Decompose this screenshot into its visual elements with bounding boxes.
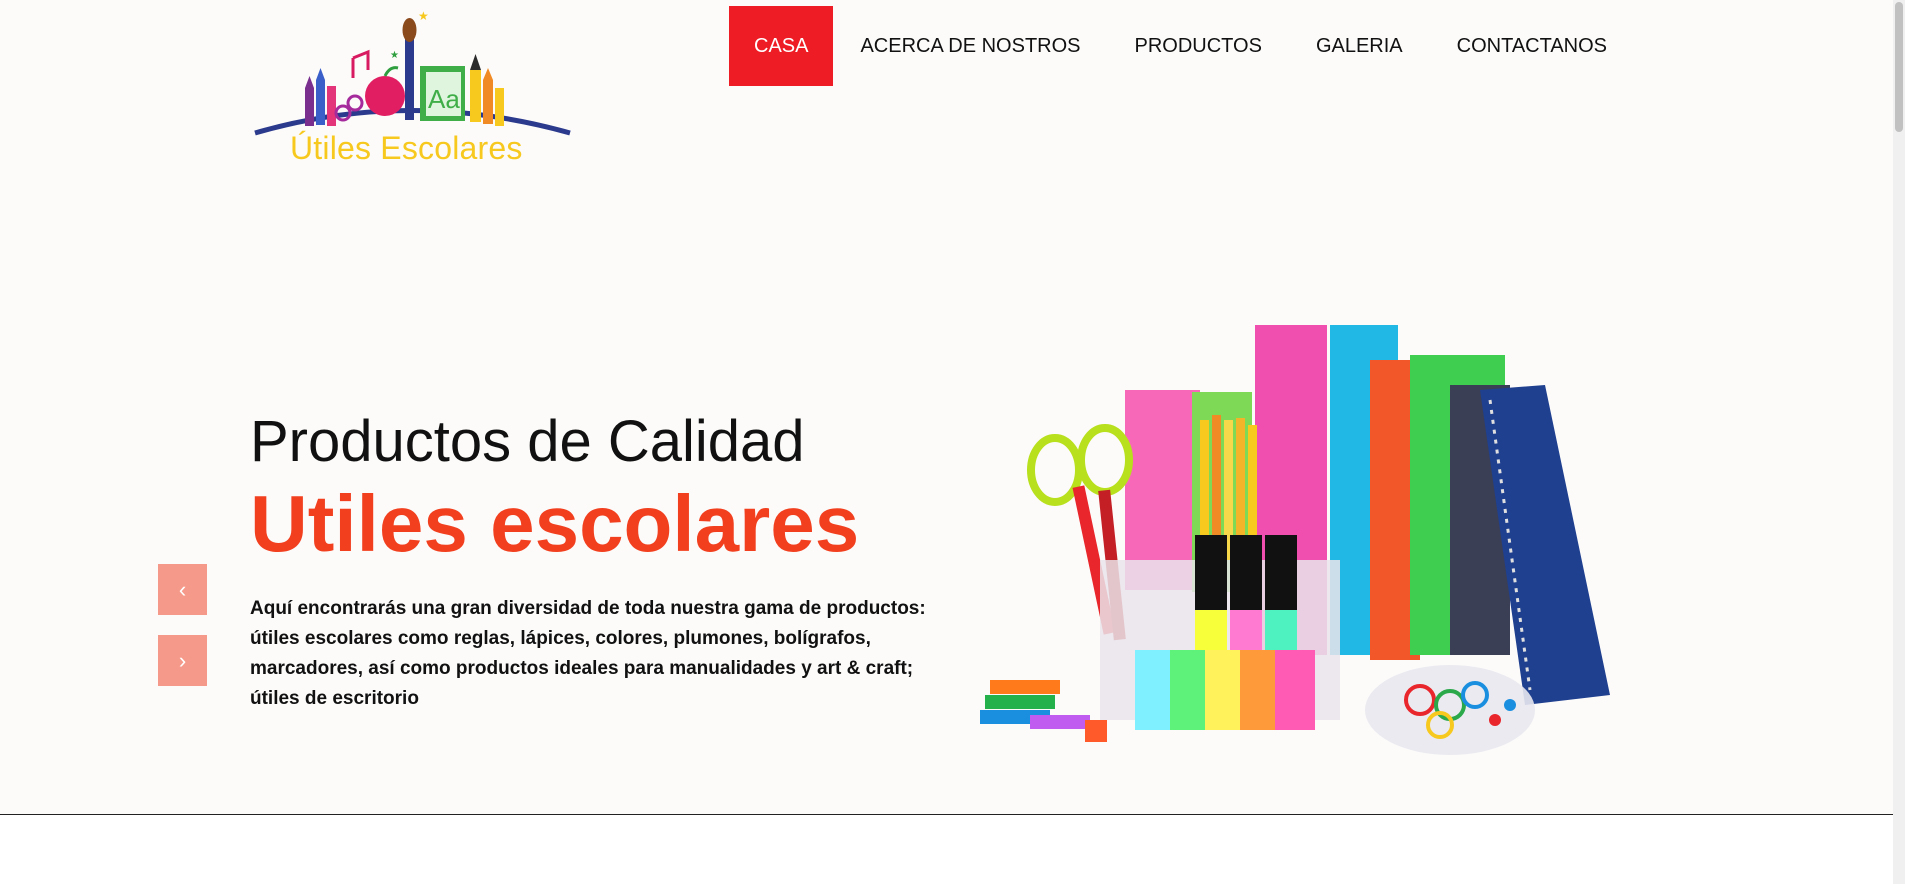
hero-subtitle: Productos de Calidad	[250, 409, 805, 474]
logo-graphic: Aa ★ ★	[254, 9, 571, 136]
slider-prev-button[interactable]: ‹	[158, 564, 207, 615]
star-icon: ★	[390, 50, 399, 61]
nav-item-acerca[interactable]: ACERCA DE NOSTROS	[833, 6, 1107, 86]
logo-text: Útiles Escolares	[290, 130, 523, 166]
nav-item-productos[interactable]: PRODUCTOS	[1108, 6, 1289, 86]
nav-item-galeria[interactable]: GALERIA	[1289, 6, 1430, 86]
chevron-left-icon: ‹	[178, 576, 187, 602]
hero-description: Aquí encontrarás una gran diversidad de …	[250, 598, 926, 709]
scrollbar-thumb[interactable]	[1895, 2, 1903, 132]
star-icon: ★	[418, 9, 429, 23]
logo-aa-text: Aa	[428, 84, 460, 114]
main-nav: CASA ACERCA DE NOSTROS PRODUCTOS GALERIA…	[729, 6, 1634, 86]
next-section	[0, 815, 1893, 884]
hero-school-supplies-image	[970, 320, 1620, 770]
nav-item-contactanos[interactable]: CONTACTANOS	[1430, 6, 1634, 86]
site-logo[interactable]: Aa ★ ★ Útiles Escolares	[250, 8, 575, 168]
page-scrollbar[interactable]	[1893, 0, 1905, 884]
hero-title: Utiles escolares	[250, 479, 860, 568]
nav-item-casa[interactable]: CASA	[729, 6, 834, 86]
chevron-right-icon: ›	[178, 647, 187, 673]
slider-next-button[interactable]: ›	[158, 635, 207, 686]
